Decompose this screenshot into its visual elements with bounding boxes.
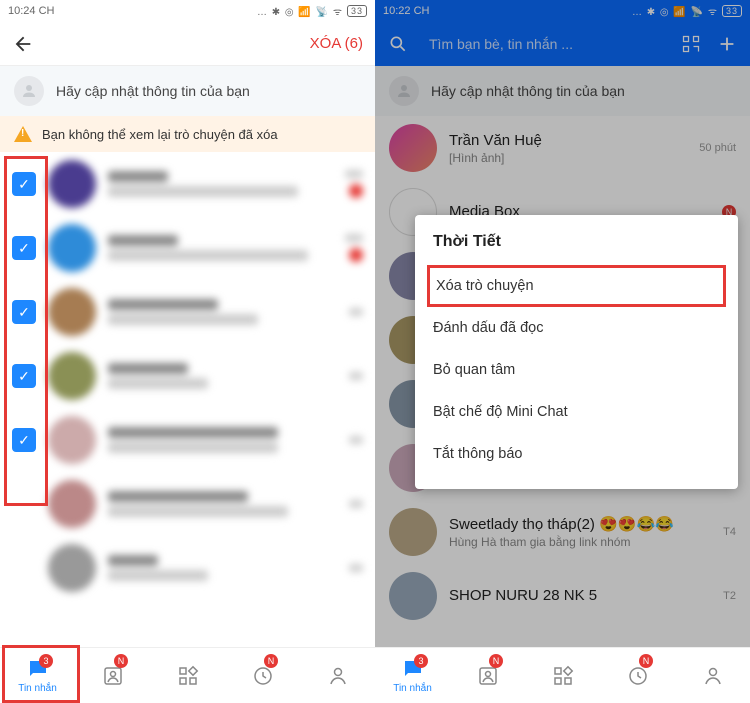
chat-row[interactable]: ✓ (0, 344, 375, 408)
menu-item-delete[interactable]: Xóa trò chuyện (427, 265, 726, 307)
warning-text: Bạn không thể xem lại trò chuyện đã xóa (42, 127, 278, 142)
checkbox[interactable]: ✓ (12, 172, 36, 196)
badge: N (264, 654, 278, 668)
chat-row[interactable]: ✓ (0, 216, 375, 280)
chat-list: ✓ ✓ ✓ ✓ (0, 152, 375, 647)
tab-timeline[interactable]: N (225, 648, 300, 703)
grid-icon (176, 664, 200, 688)
checkbox[interactable]: ✓ (12, 300, 36, 324)
tab-label: Tin nhắn (18, 683, 57, 694)
avatar-placeholder-icon (14, 76, 44, 106)
tab-contacts[interactable]: N (450, 648, 525, 703)
chat-row[interactable]: ✓ (0, 280, 375, 344)
phone-right: 10:22 CH … ✱ ◎ 📶 📡 ᯤ 33 Tìm bạn bè, tin … (375, 0, 750, 703)
menu-item-minichat[interactable]: Bật chế độ Mini Chat (415, 391, 738, 433)
checkbox[interactable]: ✓ (12, 236, 36, 260)
menu-item-mute[interactable]: Tắt thông báo (415, 433, 738, 475)
checkbox[interactable]: ✓ (12, 364, 36, 388)
menu-title: Thời Tiết (415, 229, 738, 265)
bottom-nav: 3 Tin nhắn N N (0, 647, 375, 703)
chat-row[interactable]: ✓ (0, 152, 375, 216)
badge: N (489, 654, 503, 668)
tab-contacts[interactable]: N (75, 648, 150, 703)
badge: 3 (414, 654, 428, 668)
profile-prompt-text: Hãy cập nhật thông tin của bạn (56, 83, 250, 99)
tab-discover[interactable] (150, 648, 225, 703)
menu-item-mark-read[interactable]: Đánh dấu đã đọc (415, 307, 738, 349)
warning-banner: Bạn không thể xem lại trò chuyện đã xóa (0, 116, 375, 152)
badge: N (114, 654, 128, 668)
tab-me[interactable] (300, 648, 375, 703)
person-icon (326, 664, 350, 688)
tab-me[interactable] (675, 648, 750, 703)
phone-left: 10:24 CH … ✱ ◎ 📶 📡 ᯤ 33 XÓA (6) Hãy cập … (0, 0, 375, 703)
tab-messages[interactable]: 3 Tin nhắn (0, 648, 75, 703)
tab-messages[interactable]: 3 Tin nhắn (375, 648, 450, 703)
menu-item-unfollow[interactable]: Bỏ quan tâm (415, 349, 738, 391)
profile-prompt[interactable]: Hãy cập nhật thông tin của bạn (0, 66, 375, 116)
status-time: 10:24 CH (8, 5, 54, 17)
tab-label: Tin nhắn (393, 683, 432, 694)
checkbox[interactable]: ✓ (12, 428, 36, 452)
tab-discover[interactable] (525, 648, 600, 703)
back-icon[interactable] (12, 33, 34, 55)
status-bar: 10:24 CH … ✱ ◎ 📶 📡 ᯤ 33 (0, 0, 375, 22)
tab-timeline[interactable]: N (600, 648, 675, 703)
person-icon (701, 664, 725, 688)
status-icons: … ✱ ◎ 📶 📡 ᯤ 33 (257, 4, 367, 18)
warning-icon (14, 126, 32, 142)
context-menu: Thời Tiết Xóa trò chuyện Đánh dấu đã đọc… (415, 215, 738, 489)
chat-row[interactable] (0, 472, 375, 536)
chat-row[interactable]: ✓ (0, 408, 375, 472)
bottom-nav: 3 Tin nhắn N N (375, 647, 750, 703)
chat-row[interactable] (0, 536, 375, 600)
delete-button[interactable]: XÓA (6) (310, 35, 363, 52)
badge: 3 (39, 654, 53, 668)
grid-icon (551, 664, 575, 688)
badge: N (639, 654, 653, 668)
selection-header: XÓA (6) (0, 22, 375, 66)
